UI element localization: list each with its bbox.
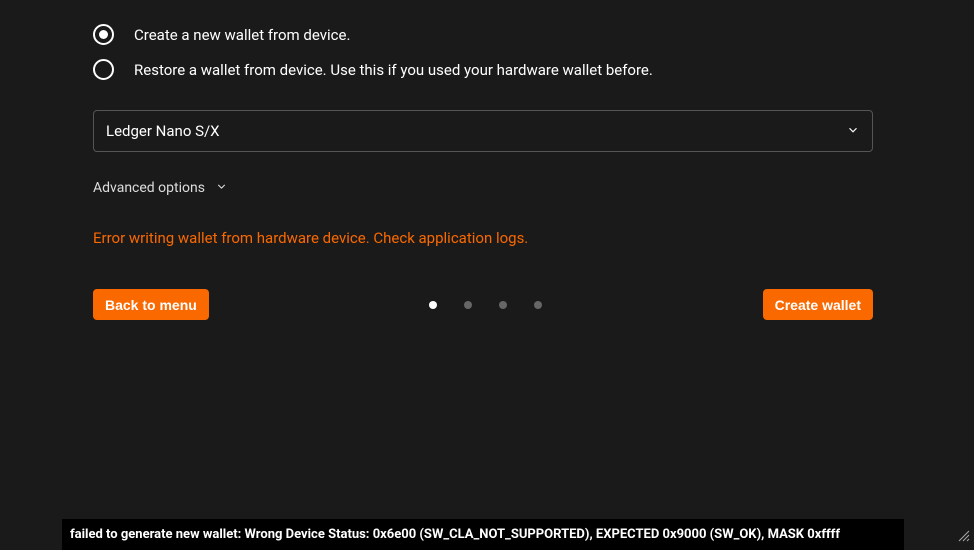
radio-create-new-wallet[interactable]: Create a new wallet from device. — [93, 24, 873, 45]
error-message: Error writing wallet from hardware devic… — [93, 229, 873, 247]
advanced-options-label: Advanced options — [93, 180, 205, 196]
resize-corner-icon[interactable] — [956, 527, 970, 546]
pagination-dot-3[interactable] — [499, 301, 507, 309]
device-select-value: Ledger Nano S/X — [106, 122, 220, 140]
radio-restore-label: Restore a wallet from device. Use this i… — [134, 61, 653, 79]
device-select[interactable]: Ledger Nano S/X — [93, 110, 873, 152]
create-wallet-button[interactable]: Create wallet — [763, 289, 873, 320]
back-to-menu-button[interactable]: Back to menu — [93, 289, 209, 320]
advanced-options-toggle[interactable]: Advanced options — [93, 178, 873, 197]
radio-icon — [93, 24, 114, 45]
pagination-dot-1[interactable] — [429, 301, 437, 309]
radio-create-label: Create a new wallet from device. — [134, 26, 350, 44]
status-text: failed to generate new wallet: Wrong Dev… — [70, 527, 840, 542]
radio-restore-wallet[interactable]: Restore a wallet from device. Use this i… — [93, 59, 873, 80]
radio-icon — [93, 59, 114, 80]
pagination-dots — [429, 301, 542, 309]
pagination-dot-2[interactable] — [464, 301, 472, 309]
chevron-down-icon — [846, 122, 860, 141]
chevron-down-icon — [215, 178, 228, 197]
status-bar: failed to generate new wallet: Wrong Dev… — [62, 519, 904, 550]
pagination-dot-4[interactable] — [534, 301, 542, 309]
